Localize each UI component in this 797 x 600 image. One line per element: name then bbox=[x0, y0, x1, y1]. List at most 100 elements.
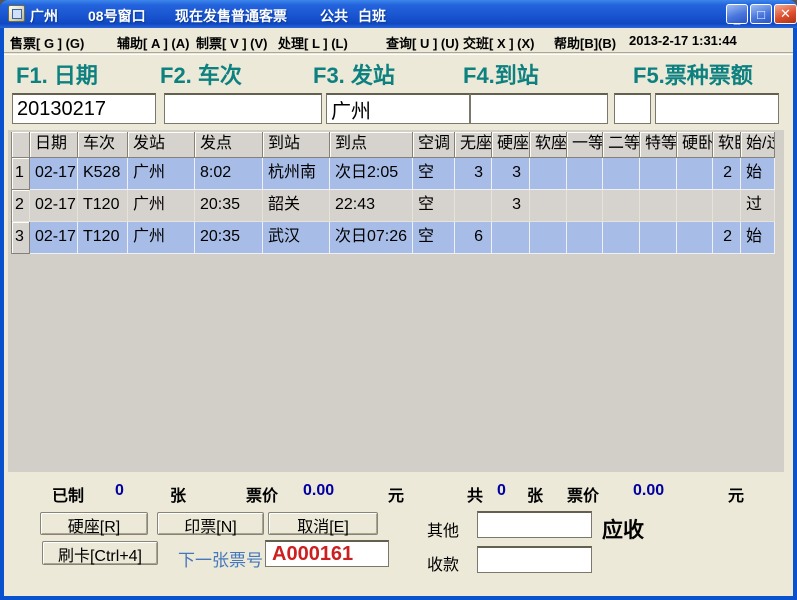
cell-second-class bbox=[603, 190, 640, 222]
row-index: 3 bbox=[12, 222, 30, 254]
title-station: 广州 bbox=[30, 6, 58, 26]
table-row[interactable]: 3 02-17 T120 广州 20:35 武汉 次日07:26 空 6 2 始 bbox=[12, 222, 775, 254]
train-input[interactable] bbox=[164, 93, 322, 124]
cell-soft-sleeper: 2 bbox=[713, 222, 741, 254]
header-cell-index bbox=[12, 132, 30, 158]
cell-origin-pass: 过 bbox=[741, 190, 775, 222]
received-label: 收款 bbox=[427, 551, 459, 575]
cell-hard-sleeper bbox=[677, 222, 713, 254]
made-price-label: 票价 bbox=[246, 482, 278, 506]
made-unit: 张 bbox=[170, 482, 186, 506]
cell-ac: 空 bbox=[413, 190, 455, 222]
title-mode: 现在发售普通客票 bbox=[175, 6, 287, 26]
cell-special-class bbox=[640, 190, 677, 222]
cell-depart: 广州 bbox=[128, 190, 195, 222]
menubar: 售票[ G ] (G) 辅助[ A ] (A) 制票[ V ] (V) 处理[ … bbox=[4, 28, 793, 53]
date-input[interactable] bbox=[12, 93, 156, 124]
table-row[interactable]: 1 02-17 K528 广州 8:02 杭州南 次日2:05 空 3 3 2 … bbox=[12, 158, 775, 190]
maximize-button[interactable]: □ bbox=[750, 4, 772, 24]
cell-train: T120 bbox=[78, 190, 128, 222]
header-cell-ac: 空调 bbox=[413, 132, 455, 158]
received-input[interactable] bbox=[477, 546, 592, 573]
cell-soft-sleeper bbox=[713, 190, 741, 222]
menu-sell[interactable]: 售票[ G ] (G) bbox=[10, 33, 84, 52]
header-cell-depart: 发站 bbox=[128, 132, 195, 158]
cell-hard-seat: 3 bbox=[492, 158, 530, 190]
table-row[interactable]: 2 02-17 T120 广州 20:35 韶关 22:43 空 3 过 bbox=[12, 190, 775, 222]
header-cell-hard-sleeper: 硬卧 bbox=[677, 132, 713, 158]
header-cell-date: 日期 bbox=[30, 132, 78, 158]
menu-shift[interactable]: 交班[ X ] (X) bbox=[463, 33, 535, 52]
close-icon: ✕ bbox=[780, 6, 791, 22]
row-index: 2 bbox=[12, 190, 30, 222]
depart-station-input[interactable] bbox=[326, 93, 470, 124]
table-header: 日期 车次 发站 发点 到站 到点 空调 无座 硬座 软座 一等 二等 特等 硬… bbox=[12, 132, 775, 158]
cell-soft-sleeper: 2 bbox=[713, 158, 741, 190]
cell-date: 02-17 bbox=[30, 190, 78, 222]
cell-first-class bbox=[567, 190, 603, 222]
title-shift: 白班 bbox=[358, 6, 386, 26]
menu-help[interactable]: 帮助[B](B) bbox=[554, 33, 616, 52]
cell-no-seat: 6 bbox=[455, 222, 492, 254]
menu-datetime: 2013-2-17 1:31:44 bbox=[629, 33, 737, 48]
cell-special-class bbox=[640, 158, 677, 190]
menu-process[interactable]: 处理[ L ] (L) bbox=[278, 33, 348, 52]
next-ticket-label: 下一张票号 bbox=[178, 546, 263, 571]
cell-arrive: 杭州南 bbox=[263, 158, 330, 190]
fkey-ticket: F5.票种票额 bbox=[633, 58, 753, 90]
cell-soft-seat bbox=[530, 190, 567, 222]
cell-depart: 广州 bbox=[128, 158, 195, 190]
ticket-amount-input[interactable] bbox=[655, 93, 779, 124]
menu-divider bbox=[4, 54, 793, 56]
app-icon bbox=[8, 5, 25, 22]
header-cell-special-class: 特等 bbox=[640, 132, 677, 158]
cell-second-class bbox=[603, 222, 640, 254]
cell-second-class bbox=[603, 158, 640, 190]
cell-arrive: 武汉 bbox=[263, 222, 330, 254]
made-yuan: 元 bbox=[388, 482, 404, 506]
cell-first-class bbox=[567, 158, 603, 190]
total-unit: 张 bbox=[527, 482, 543, 506]
minimize-icon: _ bbox=[734, 15, 741, 23]
header-cell-no-seat: 无座 bbox=[455, 132, 492, 158]
header-cell-soft-sleeper: 软卧 bbox=[713, 132, 741, 158]
cell-depart-time: 20:35 bbox=[195, 222, 263, 254]
hard-seat-button[interactable]: 硬座[R] bbox=[40, 512, 148, 535]
total-price-label: 票价 bbox=[567, 482, 599, 506]
cancel-button[interactable]: 取消[E] bbox=[268, 512, 378, 535]
titlebar: 广州 08号窗口 现在发售普通客票 公共 白班 _ □ ✕ bbox=[0, 0, 797, 28]
cell-arrive-time: 次日2:05 bbox=[330, 158, 413, 190]
made-label: 已制 bbox=[52, 482, 84, 506]
menu-assist[interactable]: 辅助[ A ] (A) bbox=[117, 33, 189, 52]
minimize-button[interactable]: _ bbox=[726, 4, 748, 24]
ticket-kind-input[interactable] bbox=[614, 93, 651, 124]
cell-origin-pass: 始 bbox=[741, 158, 775, 190]
cell-arrive-time: 22:43 bbox=[330, 190, 413, 222]
cell-origin-pass: 始 bbox=[741, 222, 775, 254]
cell-no-seat: 3 bbox=[455, 158, 492, 190]
swipe-card-button[interactable]: 刷卡[Ctrl+4] bbox=[42, 541, 158, 565]
total-count: 0 bbox=[497, 482, 506, 500]
made-count: 0 bbox=[115, 482, 124, 500]
fkey-arrive: F4.到站 bbox=[463, 58, 539, 90]
made-price: 0.00 bbox=[303, 482, 334, 500]
header-cell-second-class: 二等 bbox=[603, 132, 640, 158]
header-cell-arrive-time: 到点 bbox=[330, 132, 413, 158]
other-label: 其他 bbox=[427, 517, 459, 541]
cell-soft-seat bbox=[530, 158, 567, 190]
header-cell-first-class: 一等 bbox=[567, 132, 603, 158]
maximize-icon: □ bbox=[757, 7, 765, 22]
menu-query[interactable]: 查询[ U ] (U) bbox=[386, 33, 459, 52]
cell-hard-sleeper bbox=[677, 158, 713, 190]
menu-print[interactable]: 制票[ V ] (V) bbox=[196, 33, 268, 52]
train-table: 日期 车次 发站 发点 到站 到点 空调 无座 硬座 软座 一等 二等 特等 硬… bbox=[11, 132, 775, 254]
total-yuan: 元 bbox=[728, 482, 744, 506]
print-ticket-button[interactable]: 印票[N] bbox=[157, 512, 264, 535]
cell-train: T120 bbox=[78, 222, 128, 254]
close-button[interactable]: ✕ bbox=[774, 4, 797, 24]
cell-first-class bbox=[567, 222, 603, 254]
fkey-depart: F3. 发站 bbox=[313, 58, 395, 90]
header-cell-origin-pass: 始/过 bbox=[741, 132, 775, 158]
arrive-station-input[interactable] bbox=[470, 93, 608, 124]
other-input[interactable] bbox=[477, 511, 592, 538]
